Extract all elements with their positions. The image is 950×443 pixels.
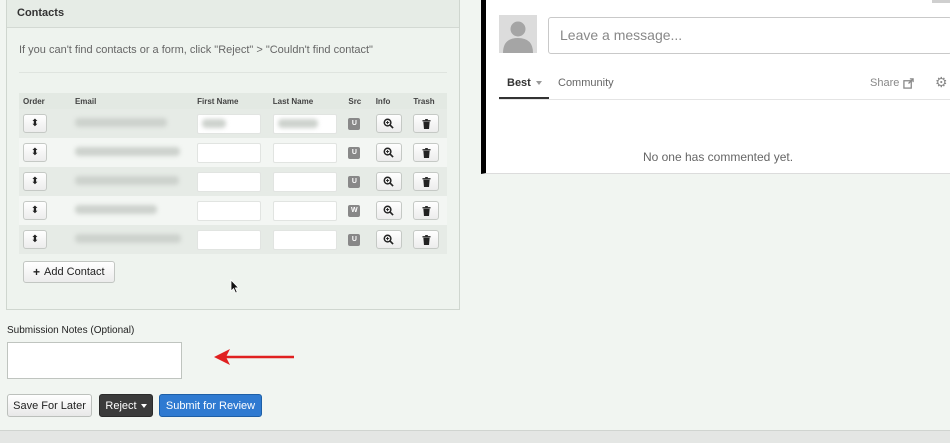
tab-best-label: Best [507,77,531,89]
last-name-input[interactable] [272,113,337,134]
last-name-input[interactable] [272,200,337,221]
info-button[interactable] [375,143,402,162]
tab-best[interactable]: Best [507,77,542,89]
info-button[interactable] [375,114,402,133]
column-header-email: Email [70,93,194,109]
first-name-input[interactable] [197,113,262,134]
save-for-later-button[interactable]: Save For Later [7,394,92,417]
user-avatar-icon [499,15,537,53]
sort-updown-icon: ⬍ [30,205,40,216]
reject-label: Reject [105,399,137,412]
magnify-plus-icon [383,205,394,216]
email-cell [74,147,180,156]
email-cell [74,118,167,127]
table-row: ⬍ W [19,196,447,225]
submission-notes-label: Submission Notes (Optional) [7,325,135,336]
comments-widget: Leave a message... Best Community Share … [481,0,950,174]
submission-notes-input[interactable] [7,342,182,379]
column-header-trash: Trash [409,93,447,109]
first-name-input[interactable] [197,200,262,221]
info-button[interactable] [375,230,402,249]
trash-button[interactable] [413,230,440,249]
info-button[interactable] [375,201,402,220]
chevron-down-icon [535,81,542,86]
share-icon [903,77,915,89]
source-badge: U [348,117,361,130]
tab-community[interactable]: Community [558,77,614,89]
sort-updown-icon: ⬍ [30,118,40,129]
mouse-cursor-icon [230,279,240,294]
add-contact-button[interactable]: + Add Contact [23,261,115,283]
trash-icon [422,118,431,129]
reject-button[interactable]: Reject [99,394,153,417]
source-badge: W [348,204,361,217]
submit-for-review-button[interactable]: Submit for Review [159,394,262,417]
last-name-input[interactable] [272,142,337,163]
last-name-input[interactable] [272,171,337,192]
magnify-plus-icon [383,176,394,187]
sort-updown-icon: ⬍ [30,147,40,158]
first-name-input[interactable] [197,142,262,163]
contacts-hint: If you can't find contacts or a form, cl… [19,44,373,56]
divider [499,99,950,100]
source-badge: U [348,175,361,188]
contacts-panel-title: Contacts [7,0,459,28]
sort-updown-icon: ⬍ [30,234,40,245]
email-cell [74,176,179,185]
email-cell [74,234,181,243]
source-badge: U [348,233,361,246]
trash-button[interactable] [413,143,440,162]
magnify-plus-icon [383,147,394,158]
plus-icon: + [33,265,41,279]
annotation-arrow-icon [214,349,294,365]
reorder-button[interactable]: ⬍ [23,143,47,162]
column-header-src: Src [344,93,372,109]
settings-button[interactable]: ⚙ [935,74,948,91]
table-row: ⬍ U [19,167,447,196]
trash-button[interactable] [413,201,440,220]
reorder-button[interactable]: ⬍ [23,201,47,220]
gear-icon: ⚙ [935,74,948,90]
source-badge: U [348,146,361,159]
no-comments-message: No one has commented yet. [642,150,794,164]
table-row: ⬍ U [19,138,447,167]
column-header-last-name: Last Name [268,93,345,109]
trash-icon [422,147,431,158]
column-header-order: Order [19,93,71,109]
first-name-input[interactable] [197,229,262,250]
table-row: ⬍ U [19,225,447,254]
add-contact-label: Add Contact [44,266,105,278]
column-header-first-name: First Name [193,93,269,109]
bottom-bar [0,430,950,443]
first-name-input[interactable] [197,171,262,192]
trash-button[interactable] [413,114,440,133]
trash-icon [422,176,431,187]
info-button[interactable] [375,172,402,191]
magnify-plus-icon [383,118,394,129]
divider [19,72,447,73]
table-row: ⬍ U [19,109,447,138]
magnify-plus-icon [383,234,394,245]
reorder-button[interactable]: ⬍ [23,230,47,249]
email-cell [74,205,157,214]
contacts-panel: Contacts If you can't find contacts or a… [6,0,460,310]
trash-button[interactable] [413,172,440,191]
comment-input[interactable]: Leave a message... [548,17,950,54]
reorder-button[interactable]: ⬍ [23,172,47,191]
sort-updown-icon: ⬍ [30,176,40,187]
contacts-table: Order Email First Name Last Name Src Inf… [19,93,447,254]
column-header-info: Info [371,93,410,109]
avatar [499,15,537,53]
trash-icon [422,205,431,216]
trash-icon [422,234,431,245]
scroll-indicator [932,0,950,3]
share-button[interactable]: Share [870,77,915,89]
share-label: Share [870,77,900,89]
reorder-button[interactable]: ⬍ [23,114,47,133]
last-name-input[interactable] [272,229,337,250]
caret-down-icon [140,403,147,408]
